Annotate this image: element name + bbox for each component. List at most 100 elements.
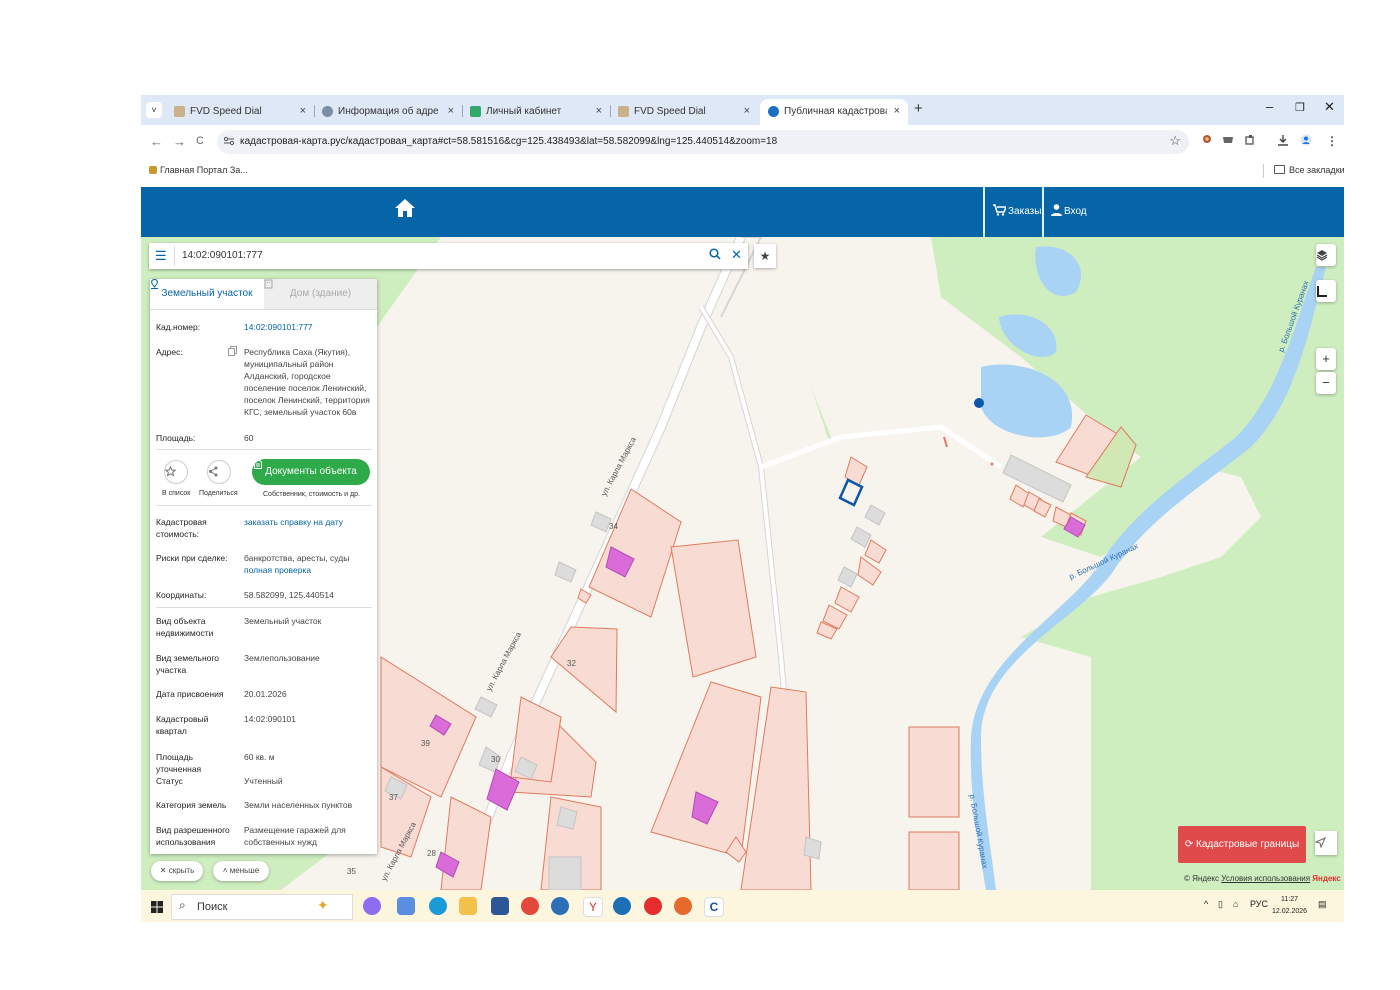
field-value: Учтенный bbox=[244, 776, 283, 786]
share-button[interactable] bbox=[207, 460, 231, 484]
zoom-out-button[interactable]: − bbox=[1316, 372, 1336, 394]
field-value: Землепользование bbox=[244, 653, 320, 663]
app-c2-icon[interactable]: C bbox=[704, 897, 724, 917]
house-number: 37 bbox=[389, 793, 398, 802]
header-divider bbox=[983, 187, 985, 237]
bookmark-separator bbox=[1263, 164, 1264, 178]
bookmark-portal[interactable]: Главная Портал За... bbox=[149, 165, 248, 175]
profile-icon[interactable] bbox=[1300, 134, 1312, 149]
home-icon[interactable] bbox=[394, 198, 416, 223]
to-list-label: В список bbox=[162, 490, 191, 497]
hide-panel-button[interactable]: ✕ скрыть bbox=[151, 861, 203, 881]
close-tab-icon[interactable]: × bbox=[744, 99, 750, 123]
tab-title: Личный кабинет bbox=[486, 106, 562, 117]
address-toolbar: ← → C кадастровая-карта.рус/кадастровая_… bbox=[141, 125, 1344, 159]
reload-icon[interactable]: C bbox=[196, 135, 204, 147]
yandex-browser-icon[interactable]: Y bbox=[583, 897, 603, 917]
tab-title: FVD Speed Dial bbox=[634, 106, 706, 117]
divider bbox=[156, 449, 372, 450]
fvd-favicon bbox=[618, 106, 629, 117]
clear-search-icon[interactable]: ✕ bbox=[731, 247, 742, 263]
risks-value: банкротства, аресты, суды полная проверк… bbox=[244, 552, 374, 576]
tray-chevron-icon[interactable]: ^ bbox=[1204, 899, 1208, 909]
close-window-icon[interactable]: ✕ bbox=[1324, 99, 1335, 115]
cadastral-borders-button[interactable]: ⟳ Кадастровые границы bbox=[1178, 826, 1306, 863]
bookmarks-bar: Главная Портал За... Все закладки bbox=[141, 159, 1344, 183]
layers-icon[interactable] bbox=[1316, 244, 1336, 266]
download-icon[interactable] bbox=[1277, 134, 1289, 149]
forward-icon[interactable]: → bbox=[173, 134, 186, 149]
all-bookmarks[interactable]: Все закладки bbox=[1274, 165, 1344, 175]
object-documents-button[interactable]: Документы объекта bbox=[252, 459, 370, 485]
field-label: Статус bbox=[156, 776, 183, 786]
restore-icon[interactable]: ❐ bbox=[1295, 101, 1305, 114]
chrome-icon[interactable] bbox=[521, 897, 539, 915]
orders-label: Заказы bbox=[1008, 206, 1042, 217]
favorites-star-button[interactable]: ★ bbox=[754, 244, 776, 268]
search-input[interactable]: 14:02:090101:777 bbox=[182, 250, 263, 261]
cad-number-link[interactable]: 14:02:090101:777 bbox=[244, 321, 374, 333]
address-bar[interactable]: кадастровая-карта.рус/кадастровая_карта#… bbox=[217, 130, 1189, 154]
extension-icon-2[interactable] bbox=[1222, 134, 1234, 149]
order-certificate-link[interactable]: заказать справку на дату bbox=[244, 516, 374, 528]
extensions-puzzle-icon[interactable] bbox=[1244, 134, 1256, 149]
tab-search-button[interactable]: ˅ bbox=[146, 102, 162, 118]
clock-time: 11:27 bbox=[1281, 896, 1299, 903]
bookmark-star-icon[interactable]: ☆ bbox=[1169, 133, 1181, 149]
add-to-list-button[interactable] bbox=[164, 460, 188, 484]
menu-icon[interactable]: ☰ bbox=[155, 248, 167, 264]
extension-icon[interactable] bbox=[1201, 134, 1213, 149]
ruler-icon[interactable] bbox=[1316, 280, 1336, 302]
geolocation-icon[interactable] bbox=[1315, 831, 1337, 855]
yandex-icon[interactable] bbox=[644, 897, 662, 915]
orders-button[interactable]: Заказы bbox=[993, 187, 1041, 237]
tab-personal-account[interactable]: Личный кабинет × bbox=[462, 99, 610, 125]
back-icon[interactable]: ← bbox=[150, 134, 163, 149]
edge-icon[interactable] bbox=[429, 897, 447, 915]
close-tab-icon[interactable]: × bbox=[300, 99, 306, 123]
close-tab-icon[interactable]: × bbox=[448, 99, 454, 123]
tab-fvd-speed-dial[interactable]: FVD Speed Dial × bbox=[166, 99, 314, 125]
emblem-icon bbox=[149, 166, 157, 174]
tab-title: Публичная кадастровая карта bbox=[784, 106, 887, 117]
tab-address-info[interactable]: Информация об адресе × bbox=[314, 99, 462, 125]
close-tab-icon[interactable]: × bbox=[894, 99, 900, 123]
divider bbox=[156, 607, 372, 608]
notes-icon[interactable] bbox=[397, 897, 415, 915]
tab-cadastral-map[interactable]: Публичная кадастровая карта × bbox=[760, 99, 908, 125]
battery-icon[interactable]: ▯ bbox=[1218, 899, 1223, 910]
minimize-icon[interactable]: – bbox=[1266, 99, 1273, 114]
tab-strip: ˅ FVD Speed Dial × Информация об адресе … bbox=[141, 95, 1344, 125]
fvd-favicon bbox=[174, 106, 185, 117]
save-icon[interactable] bbox=[491, 897, 509, 915]
windows-start-icon[interactable] bbox=[151, 900, 163, 918]
terms-link[interactable]: Условия использования bbox=[1221, 874, 1310, 883]
panel-tabs: Земельный участок Дом (здание) bbox=[150, 279, 377, 310]
clock[interactable]: 11:27 12.02.2026 bbox=[1272, 894, 1307, 918]
close-tab-icon[interactable]: × bbox=[596, 99, 602, 123]
language-indicator[interactable]: РУС bbox=[1250, 899, 1268, 909]
show-less-button[interactable]: ˄ меньше bbox=[213, 861, 269, 881]
tab-house[interactable]: Дом (здание) bbox=[264, 279, 377, 309]
notifications-icon[interactable]: ▤ bbox=[1318, 899, 1327, 910]
less-label: меньше bbox=[229, 866, 260, 875]
full-check-link[interactable]: полная проверка bbox=[244, 565, 311, 575]
folder-icon bbox=[1274, 165, 1285, 174]
search-divider bbox=[174, 246, 175, 266]
site-info-icon[interactable] bbox=[223, 135, 235, 150]
login-button[interactable]: Вход bbox=[1051, 187, 1087, 237]
firefox-icon[interactable] bbox=[674, 897, 692, 915]
taskbar-search[interactable]: ⌕ Поиск ✦ bbox=[171, 894, 353, 920]
tab-fvd-speed-dial-2[interactable]: FVD Speed Dial × bbox=[610, 99, 758, 125]
network-icon[interactable]: ⌂ bbox=[1233, 899, 1238, 909]
app-c-icon[interactable] bbox=[613, 897, 631, 915]
more-menu-icon[interactable]: ⋮ bbox=[1326, 134, 1338, 148]
telegram-icon[interactable] bbox=[551, 897, 569, 915]
file-explorer-icon[interactable] bbox=[459, 897, 477, 915]
screenshot: ˅ FVD Speed Dial × Информация об адресе … bbox=[141, 95, 1344, 922]
tab-land-plot[interactable]: Земельный участок bbox=[150, 279, 264, 309]
map-canvas[interactable]: ул. Карла Маркса ул. Карла Маркса ул. Ка… bbox=[141, 237, 1344, 890]
copilot-icon[interactable] bbox=[363, 897, 381, 915]
zoom-in-button[interactable]: + bbox=[1316, 348, 1336, 370]
new-tab-button[interactable]: + bbox=[914, 100, 923, 117]
